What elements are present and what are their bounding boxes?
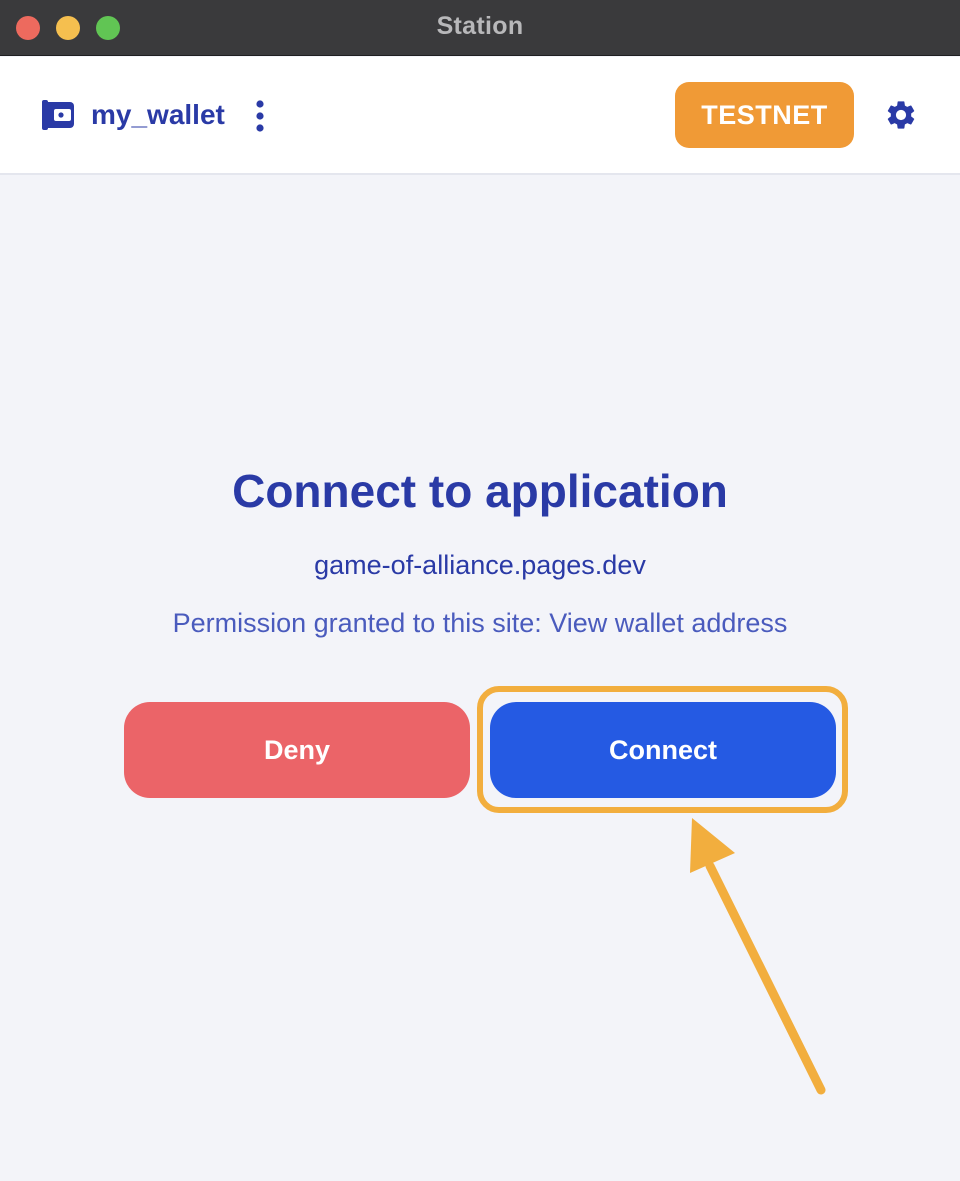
connect-button[interactable]: Connect: [490, 702, 836, 798]
deny-button[interactable]: Deny: [124, 702, 470, 798]
station-window: Station my_wallet TESTNET Connect to app…: [0, 0, 960, 1181]
gear-icon[interactable]: [884, 98, 918, 132]
page-title: Connect to application: [232, 465, 728, 517]
window-title: Station: [436, 12, 524, 40]
permission-text: Permission granted to this site: View wa…: [172, 608, 788, 638]
wallet-selector[interactable]: my_wallet: [42, 93, 225, 137]
more-vertical-icon[interactable]: [250, 99, 270, 133]
wallet-icon: [42, 100, 74, 130]
app-header: my_wallet TESTNET: [0, 57, 960, 175]
network-badge-testnet[interactable]: TESTNET: [675, 82, 854, 148]
window-titlebar: Station: [0, 0, 960, 56]
site-domain: game-of-alliance.pages.dev: [314, 550, 646, 580]
pointer-arrow: [690, 818, 826, 1095]
wallet-name: my_wallet: [91, 99, 225, 130]
